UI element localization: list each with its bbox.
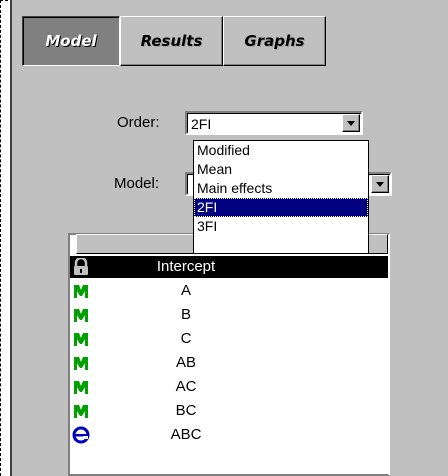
tab-model[interactable]: Model <box>22 16 120 66</box>
order-value: 2FI <box>191 116 212 132</box>
table-row[interactable]: A <box>70 280 388 302</box>
order-option[interactable]: 2FI <box>194 198 368 217</box>
table-row[interactable]: ABC <box>70 424 388 446</box>
tab-results-label: Results <box>140 32 203 50</box>
table-row[interactable]: AC <box>70 376 388 398</box>
chevron-down-icon[interactable] <box>342 114 360 132</box>
table-row[interactable]: BC <box>70 400 388 422</box>
tab-results[interactable]: Results <box>120 16 223 66</box>
design-panel: Model Results Graphs Order: 2FI Model: I… <box>10 0 448 476</box>
term-label: AB <box>175 354 196 371</box>
term-label: BC <box>175 402 197 419</box>
table-row[interactable]: C <box>70 328 388 350</box>
order-option[interactable]: Mean <box>194 160 368 179</box>
term-label: ABC <box>170 426 202 443</box>
order-option[interactable]: Modified <box>194 141 368 160</box>
term-label: C <box>180 330 192 347</box>
order-dropdown-list[interactable]: Modified Mean Main effects 2FI 3FI <box>193 140 369 254</box>
model-label: Model: <box>114 175 160 192</box>
order-option[interactable]: 3FI <box>194 217 368 236</box>
term-label: AC <box>175 378 197 395</box>
tab-graphs[interactable]: Graphs <box>223 16 326 66</box>
order-option[interactable]: Main effects <box>194 179 368 198</box>
term-label: A <box>180 282 191 299</box>
tab-graphs-label: Graphs <box>244 32 305 50</box>
chevron-down-icon[interactable] <box>371 175 389 193</box>
term-label: B <box>180 306 191 323</box>
term-label: Intercept <box>156 258 216 275</box>
table-row[interactable]: Intercept <box>70 256 388 278</box>
table-row[interactable]: B <box>70 304 388 326</box>
tab-model-label: Model <box>45 32 97 50</box>
order-label: Order: <box>117 114 160 131</box>
order-select[interactable]: 2FI <box>185 111 363 135</box>
table-row[interactable]: AB <box>70 352 388 374</box>
